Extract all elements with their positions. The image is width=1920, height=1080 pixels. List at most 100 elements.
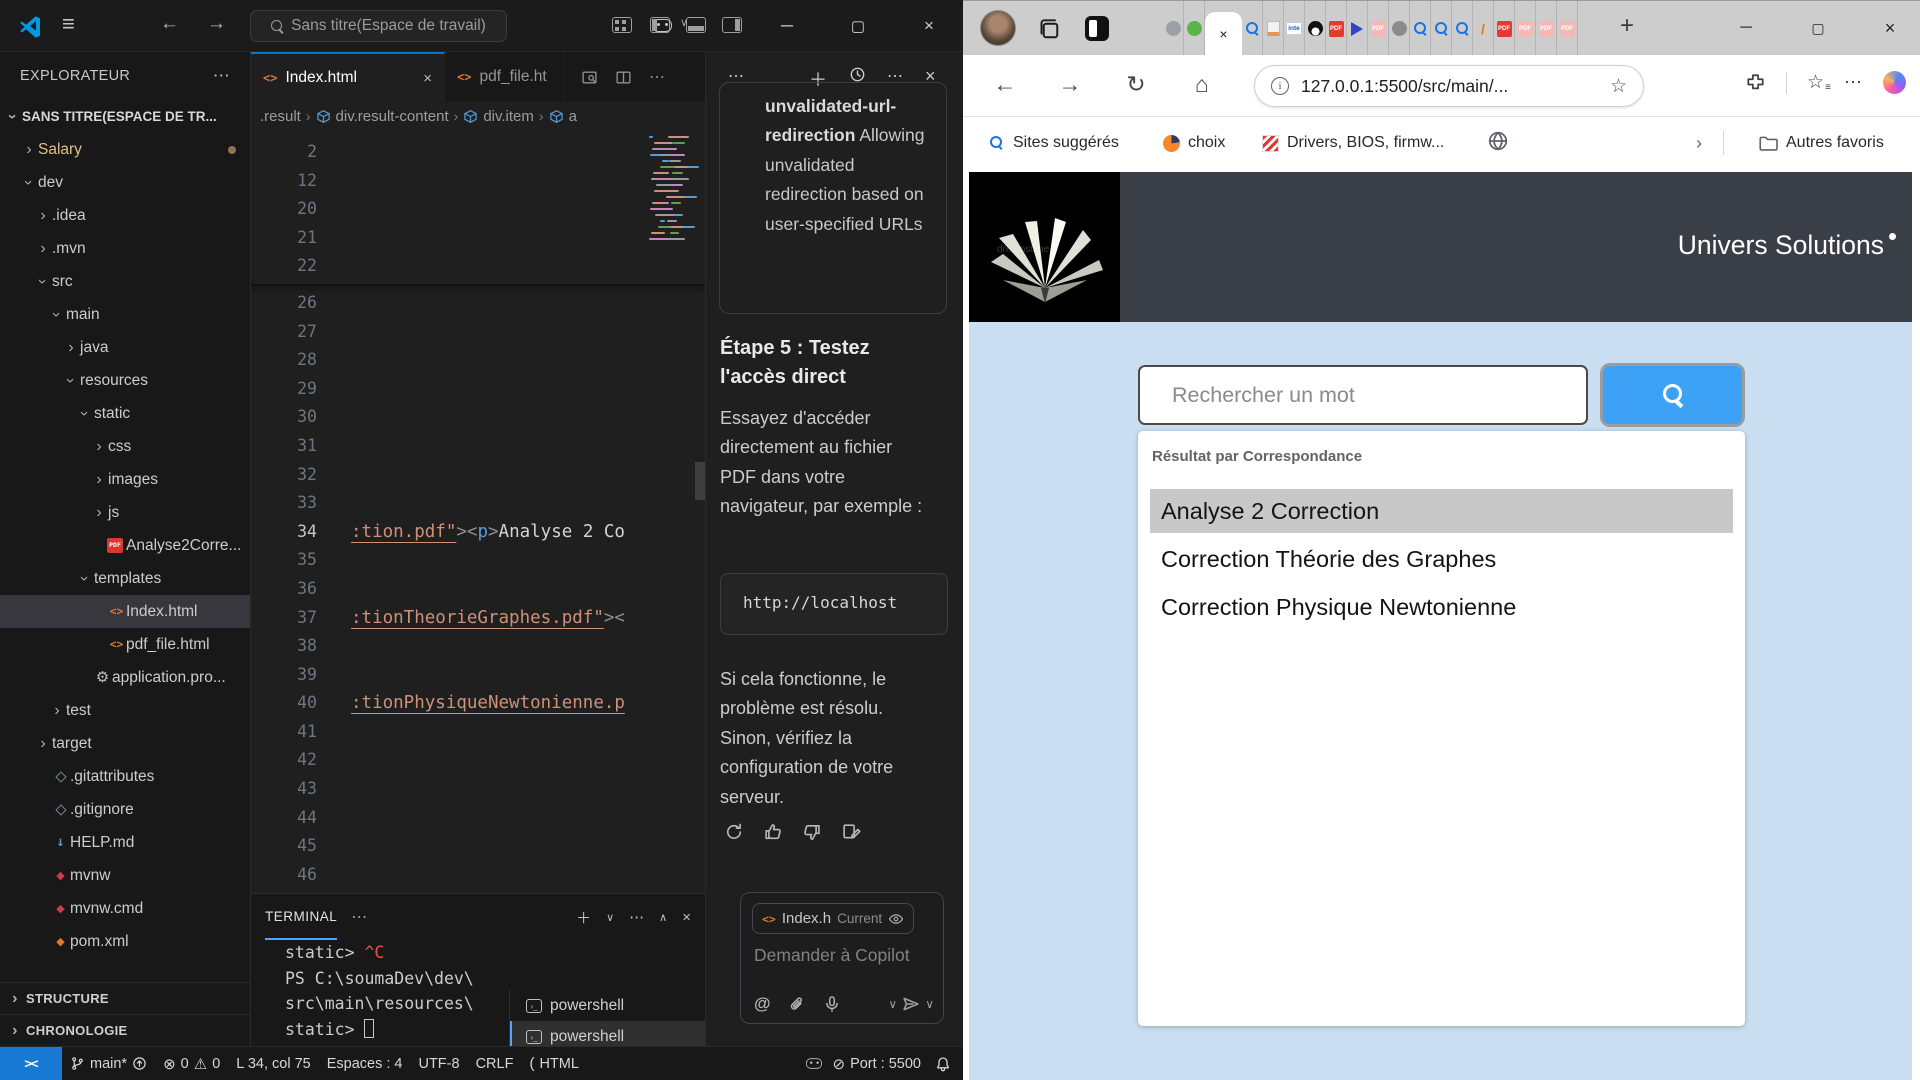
favorite-sites-sugg-r-s[interactable]: Sites suggérés bbox=[990, 130, 1119, 156]
browser-tab-pdfpale[interactable] bbox=[1557, 1, 1578, 56]
notifications-bell-icon[interactable] bbox=[935, 1056, 951, 1072]
chat-input-box[interactable]: <> Index.h Current Demander à Copilot @ … bbox=[740, 892, 944, 1024]
tree-item-test[interactable]: test bbox=[0, 694, 250, 727]
tree-item-salary[interactable]: Salary bbox=[0, 133, 250, 166]
breadcrumb-item[interactable]: a bbox=[569, 108, 577, 125]
editor-more-icon[interactable]: ⋯ bbox=[649, 67, 665, 87]
code-line-34[interactable]: 34:tion.pdf"><p>Analyse 2 Co bbox=[251, 518, 705, 547]
favorite-choix[interactable]: choix bbox=[1163, 130, 1225, 156]
window-maximize-button[interactable]: ▢ bbox=[835, 0, 881, 52]
breadcrumb-item[interactable]: div.item bbox=[483, 108, 534, 125]
code-editor[interactable]: 212202122262728293031323334:tion.pdf"><p… bbox=[251, 130, 705, 893]
tree-item-dev[interactable]: dev bbox=[0, 166, 250, 199]
tree-item-gitignore[interactable]: .gitignore bbox=[0, 793, 250, 826]
tree-item-pdf-file-html[interactable]: pdf_file.html bbox=[0, 628, 250, 661]
send-chevron-icon[interactable]: ∨ bbox=[925, 997, 934, 1011]
chat-code-block[interactable]: http://localhost bbox=[720, 573, 948, 635]
breadcrumb[interactable]: .result›div.result-content›div.item›a bbox=[251, 102, 705, 130]
browser-tab-pdf[interactable] bbox=[1326, 1, 1347, 56]
toggle-panel-icon[interactable] bbox=[686, 17, 706, 33]
new-tab-button[interactable]: + bbox=[1611, 12, 1643, 40]
send-icon[interactable] bbox=[901, 994, 921, 1014]
browser-tab-tux[interactable] bbox=[1305, 1, 1326, 56]
other-favorites[interactable]: Autres favoris bbox=[1758, 130, 1884, 156]
terminal-actions-icon[interactable]: ⋯ bbox=[629, 908, 644, 926]
edge-copilot-icon[interactable] bbox=[1883, 71, 1906, 94]
browser-tab-pdfpale[interactable] bbox=[1515, 1, 1536, 56]
page-search-button[interactable] bbox=[1600, 363, 1745, 427]
terminal-output[interactable]: static> ^C PS C:\soumaDev\dev\ src\main\… bbox=[251, 940, 705, 1046]
browser-back-icon[interactable]: ← bbox=[990, 71, 1020, 98]
tree-item-js[interactable]: js bbox=[0, 496, 250, 529]
code-line-26[interactable]: 26 bbox=[251, 289, 705, 318]
browser-tab-pen[interactable] bbox=[1473, 1, 1494, 56]
mic-icon[interactable] bbox=[823, 995, 841, 1013]
tree-item-mvnw[interactable]: mvnw bbox=[0, 859, 250, 892]
code-line-20[interactable]: 20 bbox=[251, 195, 705, 224]
split-editor-icon[interactable] bbox=[615, 69, 632, 86]
code-line-45[interactable]: 45 bbox=[251, 832, 705, 861]
code-line-33[interactable]: 33 bbox=[251, 489, 705, 518]
minimap[interactable] bbox=[649, 136, 693, 256]
toggle-sidebar-icon[interactable] bbox=[650, 17, 670, 33]
tree-item-main[interactable]: main bbox=[0, 298, 250, 331]
browser-tab-doc[interactable] bbox=[1263, 1, 1284, 56]
branch-indicator[interactable]: main* bbox=[62, 1056, 155, 1072]
regenerate-icon[interactable] bbox=[724, 822, 744, 842]
code-line-44[interactable]: 44 bbox=[251, 804, 705, 833]
browser-tab-inte[interactable] bbox=[1284, 1, 1305, 56]
section-structure[interactable]: STRUCTURE bbox=[0, 982, 250, 1014]
code-line-40[interactable]: 40:tionPhysiqueNewtonienne.p bbox=[251, 689, 705, 718]
code-line-29[interactable]: 29 bbox=[251, 375, 705, 404]
result-item-correction-th-orie-des-graphes[interactable]: Correction Théorie des Graphes bbox=[1150, 537, 1733, 581]
terminal-tab[interactable]: TERMINAL bbox=[265, 894, 337, 940]
browser-forward-icon[interactable]: → bbox=[1055, 71, 1085, 98]
eye-icon[interactable] bbox=[888, 911, 904, 927]
indentation[interactable]: Espaces : 4 bbox=[319, 1056, 411, 1072]
code-line-35[interactable]: 35 bbox=[251, 546, 705, 575]
browser-tab-mag[interactable] bbox=[1410, 1, 1431, 56]
code-line-31[interactable]: 31 bbox=[251, 432, 705, 461]
browser-tab-flag[interactable] bbox=[1347, 1, 1368, 56]
problems-indicator[interactable]: ⊗0 ⚠0 bbox=[155, 1055, 228, 1073]
tree-item-help-md[interactable]: HELP.md bbox=[0, 826, 250, 859]
terminal-dropdown-icon[interactable]: ∨ bbox=[606, 911, 614, 924]
site-info-icon[interactable]: i bbox=[1271, 77, 1289, 95]
customize-layout-icon[interactable] bbox=[612, 17, 632, 33]
tab-close-icon[interactable]: × bbox=[423, 70, 432, 87]
browser-tab-mag[interactable] bbox=[1242, 1, 1263, 56]
browser-tab-green[interactable] bbox=[1184, 1, 1205, 56]
code-line-22[interactable]: 22 bbox=[251, 252, 705, 281]
window-minimize-button[interactable]: ─ bbox=[764, 0, 810, 52]
menu-icon[interactable]: ≡ bbox=[62, 11, 75, 37]
copy-response-icon[interactable] bbox=[841, 822, 861, 842]
tree-item-index-html[interactable]: Index.html bbox=[0, 595, 250, 628]
favorite-drivers-bios-firmw[interactable]: Drivers, BIOS, firmw... bbox=[1262, 130, 1444, 156]
tree-item-pom-xml[interactable]: pom.xml bbox=[0, 925, 250, 958]
browser-settings-icon[interactable]: ⋯ bbox=[1844, 72, 1863, 93]
code-line-30[interactable]: 30 bbox=[251, 403, 705, 432]
tree-item-java[interactable]: java bbox=[0, 331, 250, 364]
favbar-expand-icon[interactable]: › bbox=[1696, 130, 1702, 156]
port-indicator[interactable]: ⊘Port : 5500 bbox=[824, 1055, 929, 1073]
terminal-shell-0[interactable]: powershell bbox=[510, 990, 705, 1021]
word-search-input[interactable] bbox=[1138, 365, 1588, 425]
breadcrumb-item[interactable]: div.result-content bbox=[336, 108, 449, 125]
tree-item-mvn[interactable]: .mvn bbox=[0, 232, 250, 265]
mention-icon[interactable]: @ bbox=[754, 994, 771, 1014]
edge-maximize-button[interactable]: ▢ bbox=[1795, 1, 1841, 55]
thumbs-down-icon[interactable] bbox=[802, 822, 822, 842]
editor-scrollbar[interactable] bbox=[695, 462, 705, 500]
extensions-icon[interactable] bbox=[1745, 72, 1766, 93]
workspaces-icon[interactable] bbox=[1037, 17, 1061, 41]
window-close-button[interactable]: × bbox=[906, 0, 952, 52]
code-line-21[interactable]: 21 bbox=[251, 224, 705, 253]
code-line-27[interactable]: 27 bbox=[251, 318, 705, 347]
code-line-41[interactable]: 41 bbox=[251, 718, 705, 747]
browser-tab-mag[interactable] bbox=[1431, 1, 1452, 56]
remote-indicator[interactable]: >< bbox=[0, 1047, 62, 1080]
tab-index-html[interactable]: <> Index.html × bbox=[251, 52, 445, 102]
section-chronologie[interactable]: CHRONOLOGIE bbox=[0, 1014, 250, 1046]
toggle-secondary-sidebar-icon[interactable] bbox=[722, 17, 742, 33]
explorer-more-icon[interactable]: ⋯ bbox=[213, 66, 230, 86]
